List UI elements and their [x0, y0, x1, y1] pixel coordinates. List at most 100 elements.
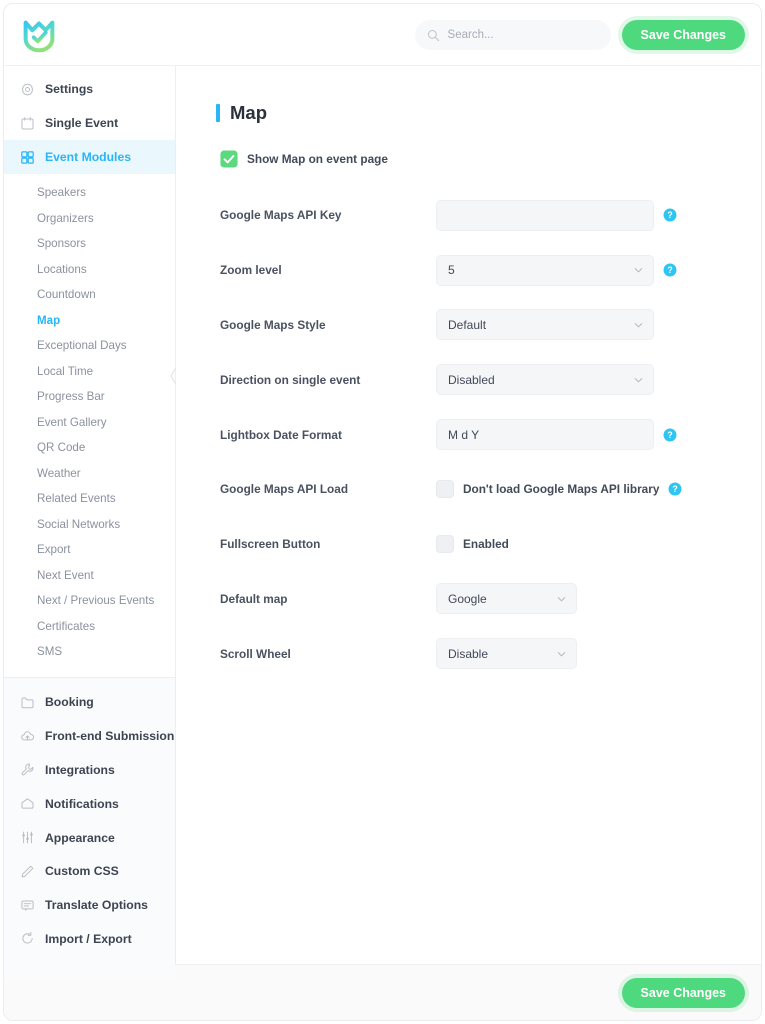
field-row-google-maps-style: Google Maps Style Default	[220, 298, 735, 353]
sidebar-item-settings[interactable]: Settings	[4, 72, 175, 106]
top-header: Save Changes	[4, 4, 761, 66]
sidebar-subitem-label: Map	[37, 313, 61, 327]
help-icon[interactable]: ?	[663, 428, 677, 442]
direction-on-single-event-select[interactable]: Disabled	[436, 364, 654, 396]
chevron-down-icon	[634, 323, 643, 328]
page-title: Map	[216, 102, 761, 124]
field-label: Direction on single event	[220, 372, 361, 387]
help-icon[interactable]: ?	[663, 263, 677, 277]
sidebar-item-single-event[interactable]: Single Event	[4, 106, 175, 140]
sidebar-item-label: Import / Export	[45, 931, 132, 946]
sidebar-subitem-certificates[interactable]: Certificates	[4, 614, 175, 640]
google-maps-style-select[interactable]: Default	[436, 309, 654, 341]
sidebar-subitem-label: Related Events	[37, 492, 116, 506]
field-row-zoom-level: Zoom level 5 ?	[220, 243, 735, 298]
sidebar-subitem-sponsors[interactable]: Sponsors	[4, 231, 175, 257]
chat-icon	[21, 900, 34, 911]
sidebar-subitem-label: Locations	[37, 262, 87, 276]
select-value: Google	[448, 591, 487, 606]
sidebar-subitem-sms[interactable]: SMS	[4, 639, 175, 665]
save-changes-button-bottom[interactable]: Save Changes	[621, 977, 745, 1008]
sidebar-subitem-local-time[interactable]: Local Time	[4, 359, 175, 385]
app-logo-icon	[23, 20, 55, 52]
sidebar-subitem-event-gallery[interactable]: Event Gallery	[4, 410, 175, 436]
help-icon[interactable]: ?	[668, 482, 682, 496]
lightbox-date-format-input[interactable]	[436, 419, 654, 451]
logo-container[interactable]	[4, 14, 172, 56]
field-label: Default map	[220, 591, 288, 606]
pencil-icon	[21, 865, 34, 878]
envelope-icon	[21, 798, 34, 809]
sidebar-subitem-label: Sponsors	[37, 237, 86, 251]
zoom-level-select[interactable]: 5	[436, 254, 654, 286]
sidebar-item-appearance[interactable]: Appearance	[4, 821, 175, 855]
refresh-icon	[22, 932, 33, 945]
sidebar-subitem-label: Social Networks	[37, 517, 121, 531]
sidebar-item-label: Booking	[45, 695, 94, 710]
calendar-icon	[21, 116, 34, 129]
sidebar-item-label: Front-end Submission	[45, 729, 175, 744]
sidebar-item-custom-css[interactable]: Custom CSS	[4, 854, 175, 888]
sidebar-item-label: Custom CSS	[45, 864, 119, 879]
search-input[interactable]	[447, 29, 599, 41]
sidebar-subitem-speakers[interactable]: Speakers	[4, 180, 175, 206]
sidebar-subitem-export[interactable]: Export	[4, 537, 175, 563]
field-row-google-maps-api-load: Google Maps API Load Don't load Google M…	[220, 462, 735, 517]
svg-text:?: ?	[673, 485, 678, 495]
sidebar-item-booking[interactable]: Booking	[4, 686, 175, 720]
field-row-lightbox-date-format: Lightbox Date Format ?	[220, 407, 735, 462]
sidebar-subitem-progress-bar[interactable]: Progress Bar	[4, 384, 175, 410]
sidebar-subitem-organizers[interactable]: Organizers	[4, 206, 175, 232]
sidebar-subitem-countdown[interactable]: Countdown	[4, 282, 175, 308]
sidebar-subitem-map[interactable]: Map	[4, 308, 175, 334]
grid-icon	[21, 150, 34, 164]
field-control: ?	[436, 199, 677, 231]
help-icon[interactable]: ?	[663, 208, 677, 222]
field-row-default-map: Default map Google	[220, 572, 735, 627]
wrench-icon	[21, 764, 34, 776]
sidebar-subitem-label: Exceptional Days	[37, 339, 127, 353]
sidebar-subitem-social-networks[interactable]: Social Networks	[4, 512, 175, 538]
sidebar-subitem-weather[interactable]: Weather	[4, 461, 175, 487]
sidebar-item-event-modules[interactable]: Event Modules	[4, 140, 175, 174]
sidebar-top-group: Settings Single Event Event Modules	[4, 66, 175, 178]
scroll-wheel-select[interactable]: Disable	[436, 638, 577, 670]
field-control: Don't load Google Maps API library ?	[436, 480, 682, 499]
field-label: Google Maps Style	[220, 317, 326, 332]
app-window: Save Changes Settings	[4, 4, 761, 1020]
sidebar-subitem-label: Next Event	[37, 568, 94, 582]
field-control: ?	[436, 419, 677, 451]
gear-icon	[21, 82, 34, 96]
search-box[interactable]	[414, 20, 611, 50]
sidebar-subitem-label: Speakers	[37, 186, 86, 200]
sidebar-item-import-export[interactable]: Import / Export	[4, 922, 175, 956]
default-map-select[interactable]: Google	[436, 583, 577, 615]
sidebar-subitem-label: Certificates	[37, 619, 95, 633]
dont-load-api-checkbox[interactable]	[436, 480, 454, 499]
sidebar-item-notifications[interactable]: Notifications	[4, 787, 175, 821]
sidebar-subitem-locations[interactable]: Locations	[4, 257, 175, 283]
field-control: Default	[436, 309, 654, 341]
sidebar-subitem-exceptional-days[interactable]: Exceptional Days	[4, 333, 175, 359]
select-value: Disable	[448, 646, 489, 661]
sidebar-subitem-label: Export	[37, 543, 71, 557]
sidebar-subitem-next-previous-events[interactable]: Next / Previous Events	[4, 588, 175, 614]
field-row-direction-on-single-event: Direction on single event Disabled	[220, 352, 735, 407]
sidebar-item-label: Appearance	[45, 830, 115, 845]
show-map-checkbox[interactable]	[220, 150, 238, 168]
show-map-row: Show Map on event page	[220, 150, 761, 168]
sidebar-item-translate-options[interactable]: Translate Options	[4, 888, 175, 922]
sidebar-subitem-related-events[interactable]: Related Events	[4, 486, 175, 512]
save-changes-button-top[interactable]: Save Changes	[621, 20, 745, 50]
show-map-label: Show Map on event page	[247, 152, 388, 166]
sidebar-subitem-qr-code[interactable]: QR Code	[4, 435, 175, 461]
fullscreen-enabled-checkbox[interactable]	[436, 535, 454, 554]
google-maps-api-key-input[interactable]	[436, 199, 654, 231]
field-label: Scroll Wheel	[220, 646, 291, 661]
sidebar-item-integrations[interactable]: Integrations	[4, 753, 175, 787]
field-control: Disabled	[436, 364, 654, 396]
sidebar-item-label: Integrations	[45, 762, 115, 777]
select-value: Disabled	[448, 372, 495, 387]
sidebar-subitem-next-event[interactable]: Next Event	[4, 563, 175, 589]
sidebar-item-front-end-submission[interactable]: Front-end Submission	[4, 719, 175, 753]
